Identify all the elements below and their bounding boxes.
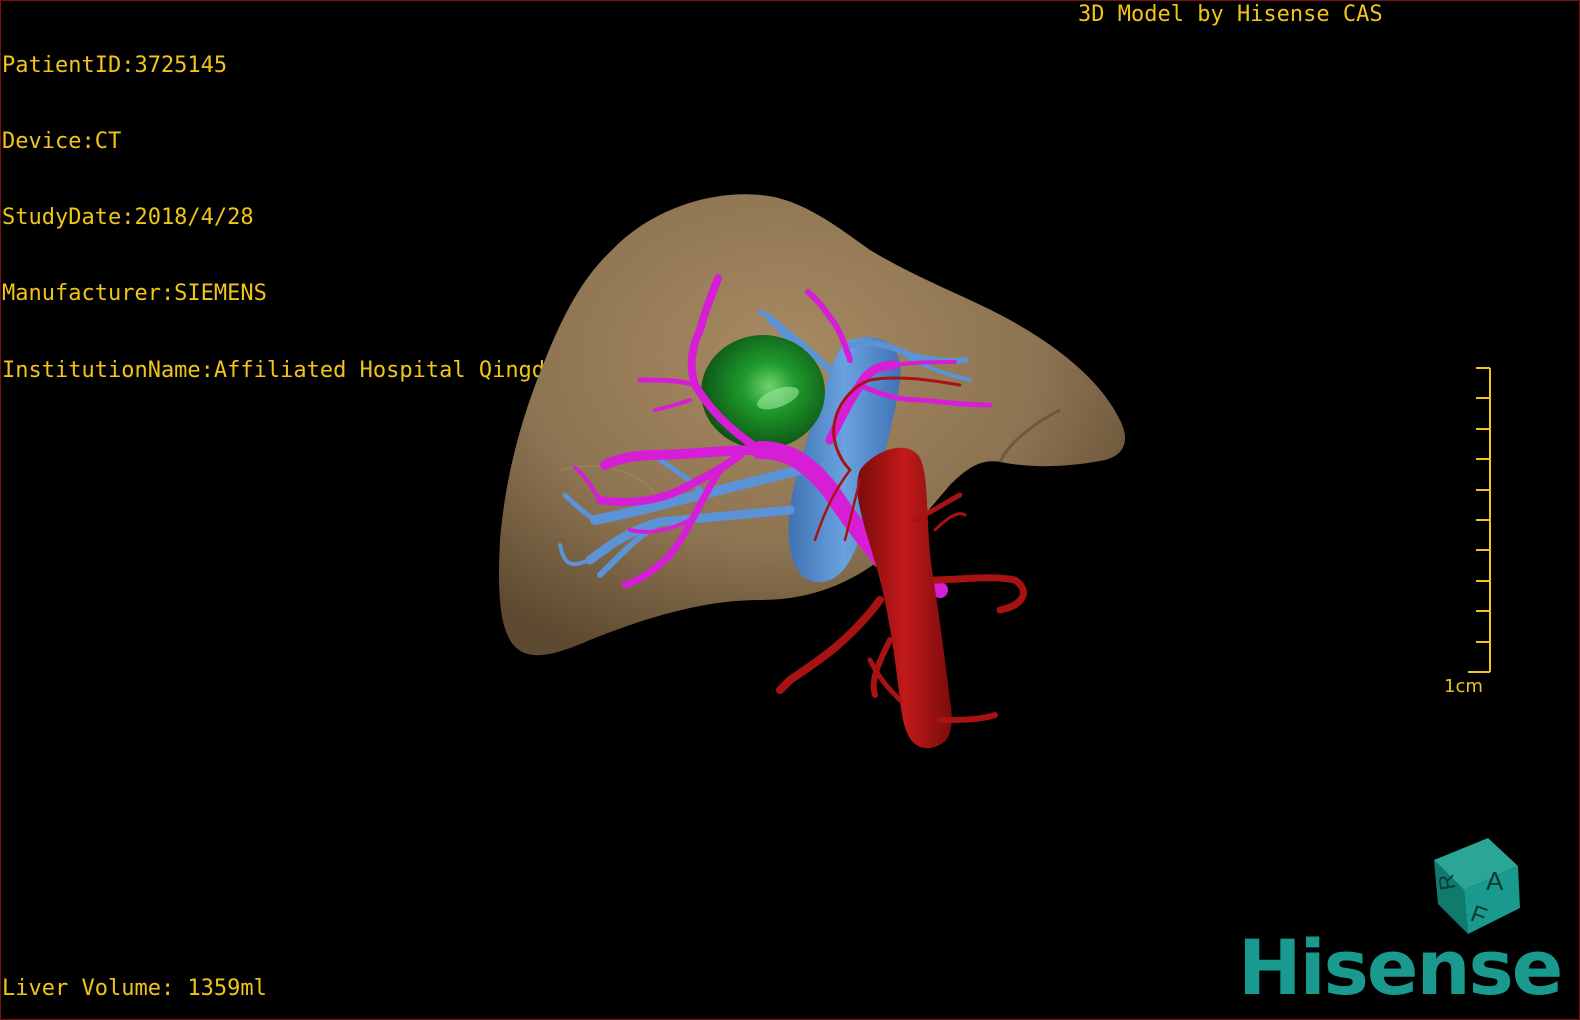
cube-face-a: A <box>1486 866 1504 896</box>
liver-3d-model[interactable]: A R F <box>0 0 1580 1020</box>
tumor-mass <box>701 335 825 449</box>
orientation-cube-icon: A R F <box>1433 838 1520 934</box>
hisense-logo: Hisense <box>1238 923 1563 1012</box>
scale-bar <box>1468 367 1491 673</box>
scale-bar-label: 1cm <box>1444 676 1483 697</box>
